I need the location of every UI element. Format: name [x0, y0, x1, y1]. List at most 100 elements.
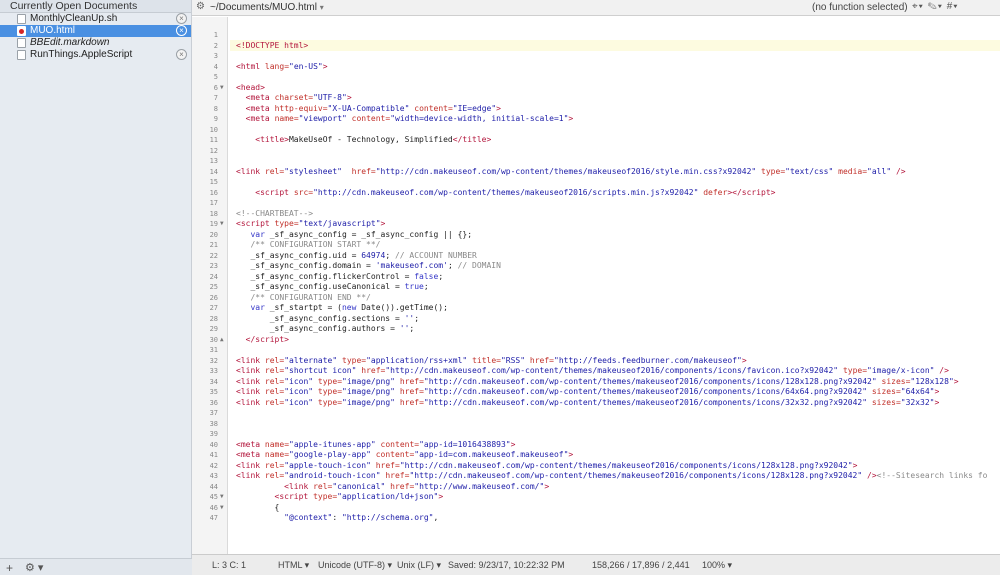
- code-text: var _sf_startpt = (new Date()).getTime()…: [250, 303, 448, 312]
- line-number: 8: [213, 104, 218, 113]
- code-text: <title>MakeUseOf - Technology, Simplifie…: [255, 135, 492, 144]
- code-text: <link rel="apple-touch-icon" href="http:…: [236, 460, 858, 470]
- code-line[interactable]: 28 _sf_async_config.sections = '';: [192, 314, 1000, 325]
- code-line[interactable]: 45 ▼ <script type="application/ld+json">: [192, 492, 1000, 503]
- code-line[interactable]: 47 "@context": "http://schema.org",: [192, 513, 1000, 524]
- line-number: 36: [209, 398, 218, 407]
- code-editor[interactable]: 1 2 <!DOCTYPE html> 3 4 <html lang="en-US"> 5 6…: [192, 17, 1000, 554]
- code-line[interactable]: 37: [192, 408, 1000, 419]
- code-line[interactable]: 23 _sf_async_config.domain = 'makeuseof.…: [192, 261, 1000, 272]
- close-icon[interactable]: ×: [176, 25, 187, 36]
- code-line[interactable]: 9 <meta name="viewport" content="width=d…: [192, 114, 1000, 125]
- code-line[interactable]: 43 <link rel="android-touch-icon" href="h…: [192, 471, 1000, 482]
- document-counts: 158,266 / 17,896 / 2,441: [592, 560, 690, 570]
- code-line[interactable]: 41 <meta name="google-play-app" content="…: [192, 450, 1000, 461]
- fold-toggle-icon[interactable]: ▼: [220, 503, 224, 514]
- code-line[interactable]: 21 /** CONFIGURATION START **/: [192, 240, 1000, 251]
- code-line[interactable]: 29 _sf_async_config.authors = '';: [192, 324, 1000, 335]
- code-line[interactable]: 8 <meta http-equiv="X-UA-Compatible" con…: [192, 104, 1000, 115]
- action-menu-button[interactable]: ⚙ ▾: [25, 561, 43, 574]
- close-icon[interactable]: ×: [176, 13, 187, 24]
- navbar-tools[interactable]: ⌖▾ ✎▾ #▾: [912, 1, 958, 12]
- code-line[interactable]: 3: [192, 51, 1000, 62]
- code-line[interactable]: 20 var _sf_async_config = _sf_async_conf…: [192, 230, 1000, 241]
- code-line[interactable]: 12: [192, 146, 1000, 157]
- code-text: {: [236, 502, 280, 512]
- code-line[interactable]: 34 <link rel="icon" type="image/png" href…: [192, 377, 1000, 388]
- code-line[interactable]: 24 _sf_async_config.flickerControl = fal…: [192, 272, 1000, 283]
- line-number: 41: [209, 451, 218, 459]
- file-path-menu[interactable]: ~/Documents/MUO.html ▾: [210, 2, 324, 13]
- code-line[interactable]: 44 <link rel="canonical" href="http://ww…: [192, 482, 1000, 493]
- line-number: 6: [213, 83, 218, 92]
- document-icon: [17, 26, 26, 36]
- code-text: <head>: [236, 82, 265, 92]
- code-line[interactable]: 38: [192, 419, 1000, 430]
- code-line[interactable]: 36 <link rel="icon" type="image/png" href…: [192, 398, 1000, 409]
- line-number: 39: [209, 430, 218, 438]
- line-number: 31: [209, 346, 218, 354]
- code-line[interactable]: 4 <html lang="en-US">: [192, 62, 1000, 73]
- function-menu[interactable]: (no function selected): [812, 2, 908, 13]
- code-text: <meta charset="UTF-8">: [245, 93, 352, 102]
- code-line[interactable]: 31: [192, 345, 1000, 356]
- close-icon[interactable]: ×: [176, 49, 187, 60]
- line-number: 38: [209, 419, 218, 428]
- line-endings-menu[interactable]: Unix (LF) ▾: [397, 560, 441, 571]
- code-line[interactable]: 19 ▼ <script type="text/javascript">: [192, 219, 1000, 230]
- code-line[interactable]: 14 <link rel="stylesheet" href="http://cd…: [192, 167, 1000, 178]
- code-line[interactable]: 10: [192, 125, 1000, 136]
- code-line[interactable]: 7 <meta charset="UTF-8">: [192, 93, 1000, 104]
- line-number: 17: [209, 199, 218, 207]
- code-line[interactable]: 27 var _sf_startpt = (new Date()).getTim…: [192, 303, 1000, 314]
- code-line[interactable]: 5: [192, 72, 1000, 83]
- code-line[interactable]: 46 ▼ {: [192, 503, 1000, 514]
- zoom-menu[interactable]: 100% ▾: [702, 560, 732, 571]
- document-item-runthings-applescript[interactable]: RunThings.AppleScript ×: [0, 49, 191, 61]
- document-item-bbedit-markdown[interactable]: BBEdit.markdown: [0, 37, 191, 49]
- document-item-muo-html[interactable]: MUO.html ×: [0, 25, 191, 37]
- code-line[interactable]: 18 <!--CHARTBEAT-->: [192, 209, 1000, 220]
- gear-icon[interactable]: ⚙: [196, 1, 205, 12]
- document-item-monthlycleanup[interactable]: MonthlyCleanUp.sh ×: [0, 13, 191, 25]
- chevron-down-icon: ▾: [319, 3, 324, 12]
- sidebar-header: Currently Open Documents: [0, 0, 191, 13]
- code-line[interactable]: 39: [192, 429, 1000, 440]
- add-document-button[interactable]: +: [6, 561, 13, 575]
- code-line[interactable]: 16 <script src="http://cdn.makeuseof.com…: [192, 188, 1000, 199]
- code-line[interactable]: 35 <link rel="icon" type="image/png" href…: [192, 387, 1000, 398]
- code-line[interactable]: 11 <title>MakeUseOf - Technology, Simpli…: [192, 135, 1000, 146]
- code-line[interactable]: 6 ▼ <head>: [192, 83, 1000, 94]
- code-line[interactable]: 1: [192, 30, 1000, 41]
- cursor-position[interactable]: L: 3 C: 1: [212, 560, 246, 570]
- code-line[interactable]: 30 ▲ </script>: [192, 335, 1000, 346]
- code-line[interactable]: 32 <link rel="alternate" type="applicatio…: [192, 356, 1000, 367]
- code-line[interactable]: 25 _sf_async_config.useCanonical = true;: [192, 282, 1000, 293]
- code-line[interactable]: 15: [192, 177, 1000, 188]
- code-line[interactable]: 13: [192, 156, 1000, 167]
- line-number: 3: [213, 52, 218, 60]
- language-menu[interactable]: HTML ▾: [278, 560, 309, 571]
- fold-toggle-icon[interactable]: ▲: [220, 335, 224, 346]
- line-number: 26: [209, 293, 218, 302]
- line-number: 5: [213, 73, 218, 81]
- code-line[interactable]: 26 /** CONFIGURATION END **/: [192, 293, 1000, 304]
- code-line[interactable]: 22 _sf_async_config.uid = 64974; // ACCO…: [192, 251, 1000, 262]
- fold-toggle-icon[interactable]: ▼: [220, 219, 224, 230]
- code-line[interactable]: 40 <meta name="apple-itunes-app" content=…: [192, 440, 1000, 451]
- documents-sidebar: Currently Open Documents MonthlyCleanUp.…: [0, 0, 192, 575]
- fold-toggle-icon[interactable]: ▼: [220, 83, 224, 94]
- code-line[interactable]: 17: [192, 198, 1000, 209]
- navigation-bar: ⚙ ~/Documents/MUO.html ▾ (no function se…: [192, 0, 1000, 16]
- fold-toggle-icon[interactable]: ▼: [220, 492, 224, 503]
- code-text: </script>: [245, 334, 289, 344]
- code-text: <meta name="google-play-app" content="ap…: [236, 450, 574, 459]
- code-line[interactable]: 2 <!DOCTYPE html>: [192, 41, 1000, 52]
- document-label: BBEdit.markdown: [30, 37, 110, 48]
- line-number: 27: [209, 304, 218, 312]
- code-line[interactable]: 33 <link rel="shortcut icon" href="http:/…: [192, 366, 1000, 377]
- line-number: 43: [209, 472, 218, 480]
- code-line[interactable]: 42 <link rel="apple-touch-icon" href="htt…: [192, 461, 1000, 472]
- code-text: /** CONFIGURATION END **/: [250, 292, 371, 302]
- encoding-menu[interactable]: Unicode (UTF-8) ▾: [318, 560, 392, 571]
